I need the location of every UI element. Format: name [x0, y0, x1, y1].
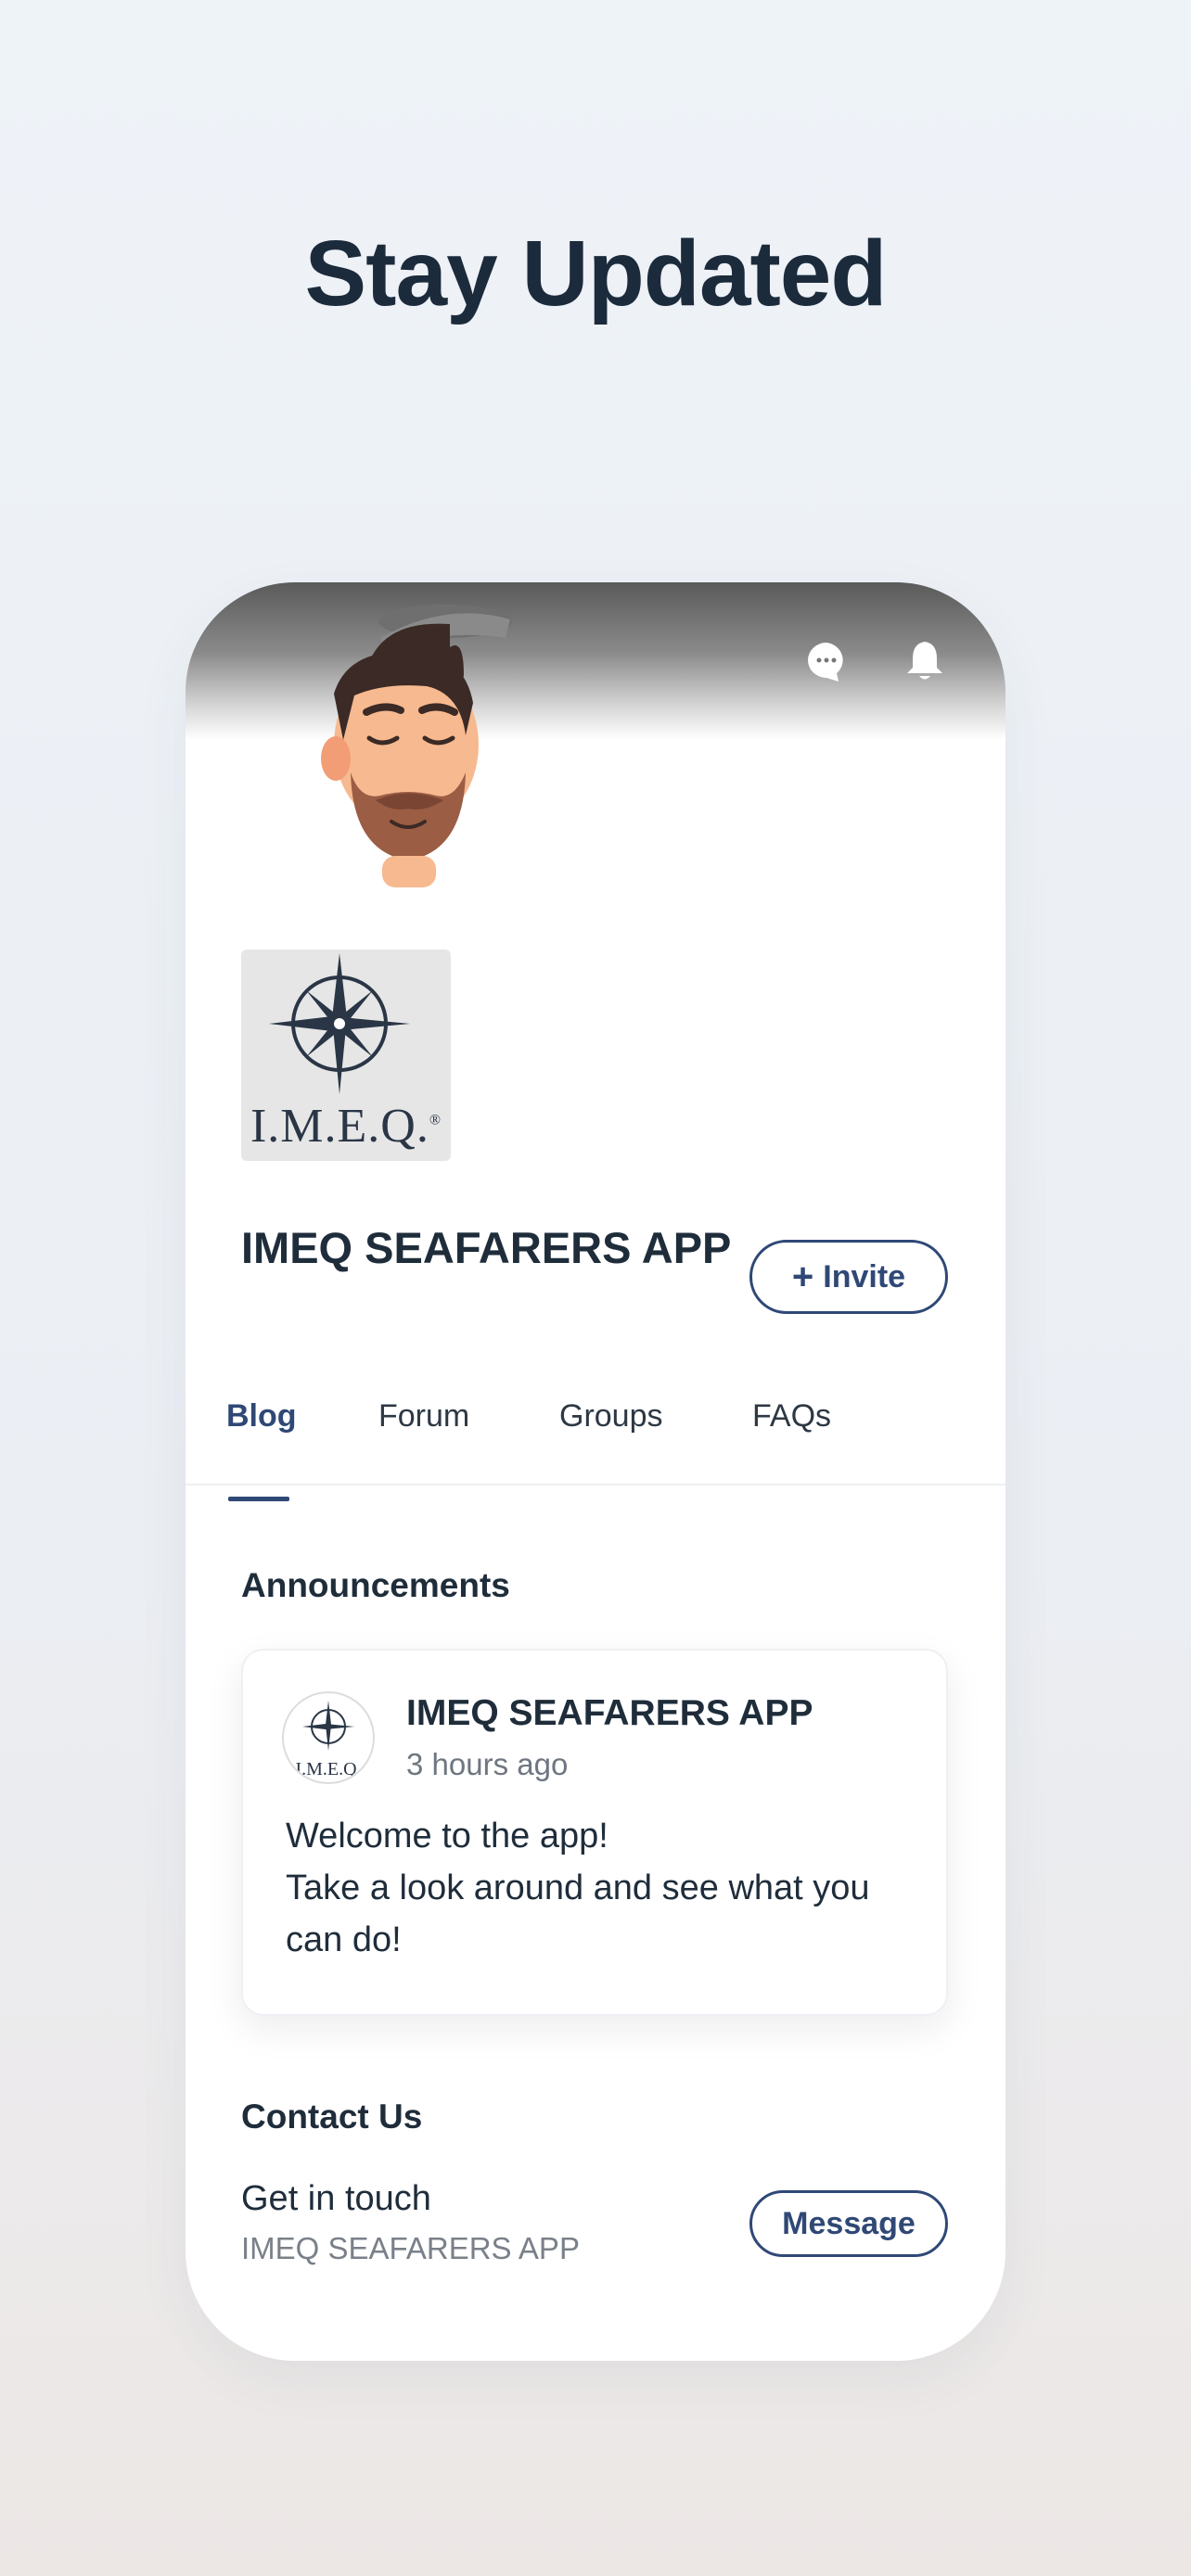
contact-title: Contact Us: [241, 2098, 423, 2136]
chat-bubble-icon[interactable]: [803, 638, 850, 684]
plus-icon: +: [791, 1256, 814, 1297]
active-tab-indicator: [228, 1497, 289, 1501]
post-body: Welcome to the app! Take a look around a…: [286, 1810, 926, 1966]
tab-faqs[interactable]: FAQs: [752, 1398, 831, 1435]
tab-blog[interactable]: Blog: [226, 1398, 297, 1435]
contact-name: IMEQ SEAFARERS APP: [241, 2231, 580, 2265]
invite-label: Invite: [823, 1258, 906, 1294]
tab-forum[interactable]: Forum: [378, 1398, 469, 1435]
message-button[interactable]: Message: [749, 2190, 948, 2257]
compass-rose-icon: I.M.E.Q.: [295, 1701, 362, 1779]
post-line: can do!: [286, 1920, 402, 1959]
app-title: IMEQ SEAFARERS APP: [241, 1223, 732, 1272]
tab-bar: Blog Forum Groups FAQs: [186, 1398, 1005, 1486]
announcement-card[interactable]: I.M.E.Q. IMEQ SEAFARERS APP 3 hours ago …: [241, 1649, 948, 2016]
bell-icon[interactable]: [902, 638, 948, 684]
post-timestamp: 3 hours ago: [406, 1747, 569, 1781]
post-line: Take a look around and see what you: [286, 1868, 870, 1907]
page-headline: Stay Updated: [304, 222, 887, 325]
post-author: IMEQ SEAFARERS APP: [406, 1693, 813, 1733]
avatar-wordmark: I.M.E.Q.: [295, 1759, 361, 1779]
invite-button[interactable]: + Invite: [749, 1240, 948, 1314]
organization-logo: I.M.E.Q.®: [241, 950, 451, 1161]
post-line: Welcome to the app!: [286, 1817, 608, 1855]
logo-wordmark: I.M.E.Q.®: [250, 1100, 442, 1153]
phone-screen: I.M.E.Q.® IMEQ SEAFARERS APP + Invite Bl…: [186, 582, 1005, 2361]
post-author-avatar: I.M.E.Q.: [282, 1691, 375, 1784]
announcements-title: Announcements: [241, 1566, 510, 1604]
tab-groups[interactable]: Groups: [559, 1398, 663, 1435]
contact-subtitle: Get in touch: [241, 2179, 431, 2218]
